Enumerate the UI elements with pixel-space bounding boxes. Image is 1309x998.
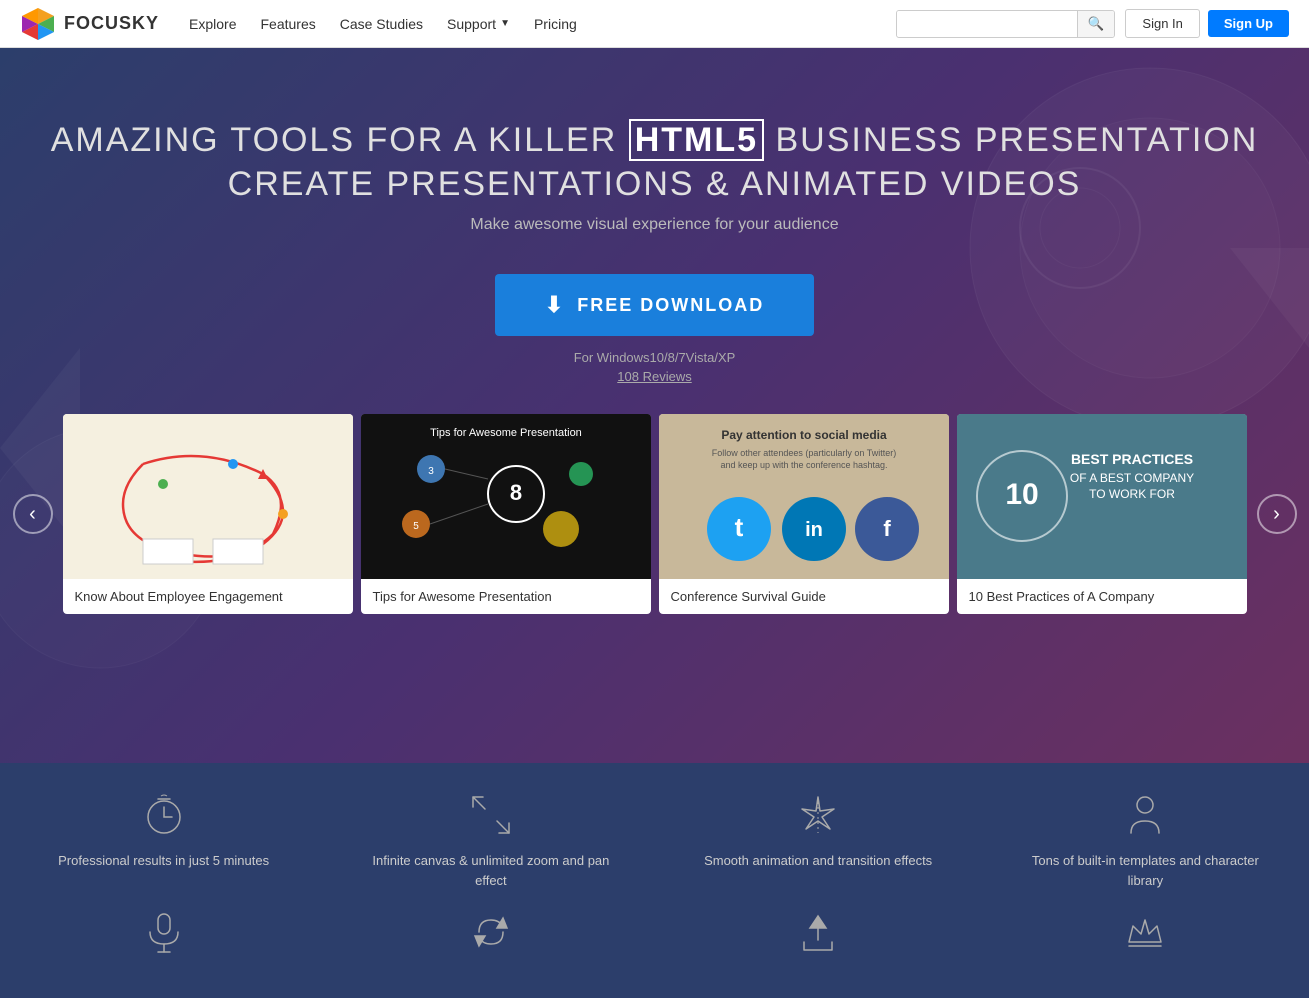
search-icon: 🔍	[1088, 16, 1105, 31]
card-title-1: Know About Employee Engagement	[63, 579, 353, 614]
hero-title: AMAZING TOOLS FOR A KILLER HTML5 BUSINES…	[51, 118, 1259, 206]
reviews-link[interactable]: 108 Reviews	[617, 369, 691, 384]
logo-icon	[20, 6, 56, 42]
feature-canvas-text: Infinite canvas & unlimited zoom and pan…	[371, 851, 611, 890]
features-top-section: Professional results in just 5 minutes I…	[0, 763, 1309, 900]
feature-timer: Professional results in just 5 minutes	[24, 793, 304, 871]
download-button[interactable]: ⬇ FREE DOWNLOAD	[495, 274, 814, 336]
card3-svg: Pay attention to social media Follow oth…	[659, 414, 949, 579]
features-bottom-section	[0, 900, 1309, 998]
svg-text:Pay attention to social media: Pay attention to social media	[721, 428, 887, 442]
signup-button[interactable]: Sign Up	[1208, 10, 1289, 37]
feature-upload	[678, 910, 958, 968]
timer-icon	[142, 793, 186, 837]
carousel-items: Know About Employee Engagement Tips for …	[53, 414, 1257, 614]
card-title-2: Tips for Awesome Presentation	[361, 579, 651, 614]
carousel: ‹	[0, 414, 1309, 614]
svg-text:OF A BEST COMPANY: OF A BEST COMPANY	[1069, 471, 1193, 485]
carousel-card-4[interactable]: 10 BEST PRACTICES OF A BEST COMPANY TO W…	[957, 414, 1247, 614]
navbar: FOCUSKY Explore Features Case Studies Su…	[0, 0, 1309, 48]
search-bar: 🔍	[896, 10, 1116, 38]
card-title-4: 10 Best Practices of A Company	[957, 579, 1247, 614]
card-image-3: Pay attention to social media Follow oth…	[659, 414, 949, 579]
html5-badge: HTML5	[629, 119, 764, 161]
nav-pricing[interactable]: Pricing	[534, 16, 577, 32]
svg-text:TO WORK FOR: TO WORK FOR	[1089, 487, 1175, 501]
carousel-prev-button[interactable]: ‹	[13, 494, 53, 534]
svg-text:and keep up with the conferenc: and keep up with the conference hashtag.	[720, 460, 887, 470]
nav-menu: Explore Features Case Studies Support ▼ …	[189, 16, 896, 32]
carousel-card-3[interactable]: Pay attention to social media Follow oth…	[659, 414, 949, 614]
logo-text: FOCUSKY	[64, 13, 159, 34]
feature-templates: Tons of built-in templates and character…	[1005, 793, 1285, 890]
carousel-card-2[interactable]: Tips for Awesome Presentation 8 3 5	[361, 414, 651, 614]
card-image-4: 10 BEST PRACTICES OF A BEST COMPANY TO W…	[957, 414, 1247, 579]
mic-icon	[142, 910, 186, 954]
carousel-next-button[interactable]: ›	[1257, 494, 1297, 534]
signin-button[interactable]: Sign In	[1125, 9, 1199, 38]
feature-animation: Smooth animation and transition effects	[678, 793, 958, 871]
svg-text:3: 3	[428, 466, 434, 477]
crown-icon	[1123, 910, 1167, 954]
card1-svg	[63, 414, 353, 579]
card2-svg: Tips for Awesome Presentation 8 3 5	[361, 414, 651, 579]
search-input[interactable]	[897, 11, 1077, 36]
card-image-2: Tips for Awesome Presentation 8 3 5	[361, 414, 651, 579]
feature-crown	[1005, 910, 1285, 968]
feature-canvas: Infinite canvas & unlimited zoom and pan…	[351, 793, 631, 890]
svg-text:t: t	[734, 512, 743, 542]
nav-explore[interactable]: Explore	[189, 16, 236, 32]
feature-refresh	[351, 910, 631, 968]
feature-timer-text: Professional results in just 5 minutes	[58, 851, 269, 871]
hero-subtitle: Make awesome visual experience for your …	[470, 216, 838, 234]
carousel-card-1[interactable]: Know About Employee Engagement	[63, 414, 353, 614]
svg-text:5: 5	[413, 521, 419, 532]
svg-text:BEST PRACTICES: BEST PRACTICES	[1070, 451, 1192, 467]
svg-text:Tips for Awesome Presentation: Tips for Awesome Presentation	[430, 427, 582, 439]
windows-compatibility: For Windows10/8/7Vista/XP	[574, 350, 736, 365]
logo[interactable]: FOCUSKY	[20, 6, 159, 42]
feature-animation-text: Smooth animation and transition effects	[704, 851, 932, 871]
animation-icon	[796, 793, 840, 837]
upload-icon	[796, 910, 840, 954]
card-image-1	[63, 414, 353, 579]
svg-text:8: 8	[509, 480, 521, 505]
svg-text:f: f	[883, 516, 891, 541]
svg-text:Follow other attendees (partic: Follow other attendees (particularly on …	[711, 448, 895, 458]
nav-case-studies[interactable]: Case Studies	[340, 16, 423, 32]
download-icon: ⬇	[545, 292, 565, 318]
nav-features[interactable]: Features	[260, 16, 315, 32]
feature-templates-text: Tons of built-in templates and character…	[1025, 851, 1265, 890]
feature-mic	[24, 910, 304, 968]
search-button[interactable]: 🔍	[1077, 11, 1115, 37]
svg-text:10: 10	[1005, 478, 1038, 511]
nav-support[interactable]: Support ▼	[447, 16, 510, 32]
templates-icon	[1123, 793, 1167, 837]
svg-text:in: in	[805, 519, 823, 541]
canvas-icon	[469, 793, 513, 837]
hero-section: AMAZING TOOLS FOR A KILLER HTML5 BUSINES…	[0, 48, 1309, 763]
chevron-down-icon: ▼	[500, 18, 510, 29]
card4-svg: 10 BEST PRACTICES OF A BEST COMPANY TO W…	[957, 414, 1247, 579]
card-title-3: Conference Survival Guide	[659, 579, 949, 614]
refresh-icon	[469, 910, 513, 954]
